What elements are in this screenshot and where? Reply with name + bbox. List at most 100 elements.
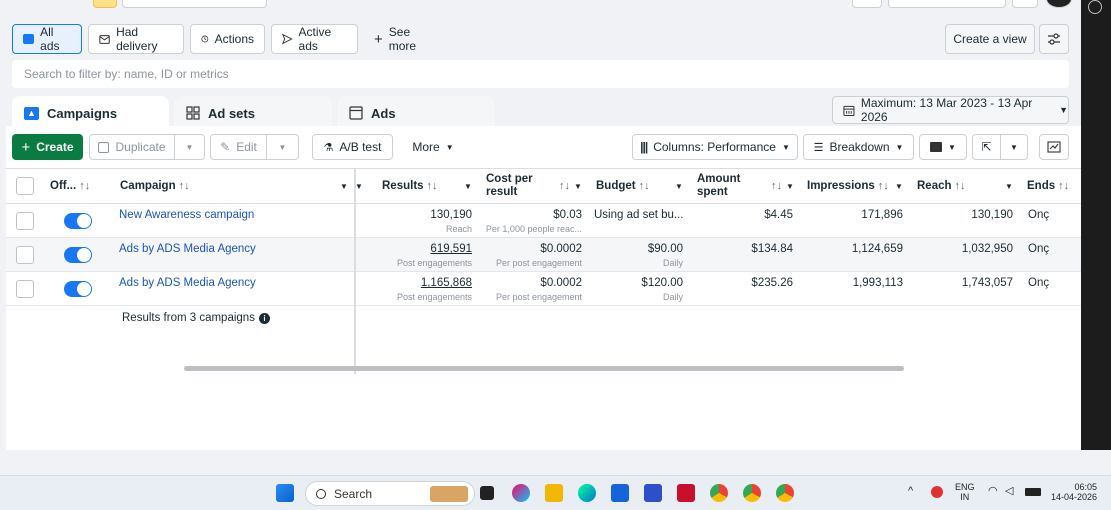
export-button[interactable]: ⇱ [972, 134, 1001, 160]
edit-button[interactable]: ✎ Edit [210, 134, 267, 160]
campaign-toggle[interactable] [64, 247, 92, 263]
see-more-filter[interactable]: + See more [364, 24, 444, 54]
col-results[interactable]: Results ↑↓ [382, 169, 438, 203]
search-icon [316, 488, 326, 499]
speaker-icon[interactable]: ◁ [1005, 486, 1013, 497]
more-button[interactable]: More ▼ [402, 134, 464, 160]
browser-top-bar [0, 0, 1081, 12]
campaign-toggle[interactable] [64, 213, 92, 229]
tab-ad-sets[interactable]: Ad sets [174, 96, 332, 130]
col-campaign[interactable]: Campaign ↑↓ [120, 169, 190, 203]
actions-filter[interactable]: Actions [190, 24, 265, 54]
copy-icon [98, 141, 110, 153]
col-amount-spent[interactable]: Amount spent [697, 169, 740, 203]
top-action-button[interactable] [852, 0, 882, 8]
active-ads-filter[interactable]: Active ads [271, 24, 358, 54]
select-all-checkbox[interactable] [16, 177, 34, 195]
reach-value: 1,743,057 [961, 277, 1013, 289]
store-icon[interactable] [611, 484, 629, 502]
had-delivery-filter[interactable]: Had delivery [88, 24, 184, 54]
results-sub: Post engagements [396, 292, 472, 302]
chrome-profile-icon[interactable] [743, 484, 761, 502]
chevron-down-icon[interactable]: ▼ [675, 169, 683, 203]
tab-ads[interactable]: Ads [337, 96, 495, 130]
dell-icon[interactable] [644, 484, 662, 502]
sort-icon[interactable]: ↑↓ [768, 169, 782, 203]
col-budget[interactable]: Budget ↑↓ [596, 169, 650, 203]
folder-icon[interactable] [93, 0, 117, 8]
top-action-button-2[interactable] [888, 0, 1006, 8]
reports-button[interactable]: ▼ [919, 134, 967, 160]
language-indicator[interactable]: ENG IN [955, 482, 975, 502]
windows-start-icon[interactable] [276, 484, 294, 502]
mcafee-icon[interactable] [677, 484, 695, 502]
column-divider[interactable] [354, 168, 356, 374]
col-cost-per-result[interactable]: Cost per result [486, 169, 533, 203]
reach-value: 130,190 [971, 209, 1013, 221]
table-row[interactable]: Ads by ADS Media Agency 619,591 Post eng… [6, 238, 1081, 272]
chevron-down-icon[interactable]: ▼ [574, 169, 582, 203]
clock-icon[interactable] [1088, 0, 1102, 14]
clock[interactable]: 06:05 14-04-2026 [1051, 482, 1097, 502]
chevron-down-icon[interactable]: ▼ [340, 169, 348, 203]
results-value[interactable]: 619,591 [430, 243, 472, 255]
row-checkbox[interactable] [16, 212, 34, 230]
edge-icon[interactable] [578, 484, 596, 502]
breakdown-icon: ☰ [813, 141, 824, 154]
col-impressions[interactable]: Impressions ↑↓ [807, 169, 889, 203]
chevron-up-icon[interactable]: ^ [908, 486, 913, 497]
col-reach[interactable]: Reach ↑↓ [917, 169, 966, 203]
chevron-down-icon[interactable]: ▼ [1005, 169, 1013, 203]
info-icon[interactable]: i [258, 312, 270, 324]
results-value[interactable]: 1,165,868 [421, 277, 472, 289]
budget-sub: Daily [662, 292, 683, 302]
account-selector[interactable] [122, 0, 267, 8]
campaign-name-link[interactable]: Ads by ADS Media Agency [119, 243, 256, 255]
campaign-name-link[interactable]: New Awareness campaign [119, 209, 254, 221]
table-row[interactable]: New Awareness campaign 130,190 Reach $0.… [6, 204, 1081, 238]
all-ads-filter[interactable]: All ads [12, 24, 82, 54]
taskbar-search[interactable]: Search [305, 481, 475, 506]
ab-test-button[interactable]: ⚗ A/B test [312, 134, 393, 160]
cost-value: $0.03 [553, 209, 582, 221]
col-off[interactable]: Off... ↑↓ [50, 169, 90, 203]
avatar[interactable] [1046, 0, 1072, 8]
chevron-down-icon[interactable]: ▼ [895, 169, 903, 203]
search-input[interactable]: Search to filter by: name, ID or metrics [12, 60, 1069, 88]
copilot-icon[interactable] [512, 484, 530, 502]
campaign-name-link[interactable]: Ads by ADS Media Agency [119, 277, 256, 289]
chevron-down-icon[interactable]: ▼ [786, 169, 794, 203]
edit-dropdown[interactable]: ▼ [266, 134, 299, 160]
row-checkbox[interactable] [16, 246, 34, 264]
ends-value: Onç [1028, 243, 1050, 255]
chevron-down-icon[interactable]: ▼ [464, 169, 472, 203]
chart-button[interactable] [1039, 134, 1069, 160]
filter-settings-button[interactable] [1039, 24, 1069, 54]
tab-campaigns[interactable]: ▲ Campaigns [12, 96, 169, 130]
task-view-icon[interactable] [480, 486, 494, 500]
row-checkbox[interactable] [16, 280, 34, 298]
date-range-picker[interactable]: Maximum: 13 Mar 2023 - 13 Apr 2026 ▼ [832, 96, 1069, 124]
col-ends[interactable]: Ends ↑↓ [1027, 169, 1069, 203]
columns-button[interactable]: ||| Columns: Performance ▼ [632, 134, 798, 160]
chrome-icon[interactable] [710, 484, 728, 502]
campaign-toggle[interactable] [64, 281, 92, 297]
export-dropdown[interactable]: ▼ [1000, 134, 1028, 160]
file-explorer-icon[interactable] [545, 484, 563, 502]
plus-icon: + [21, 138, 31, 156]
chevron-down-icon: ▼ [445, 142, 454, 152]
create-view-button[interactable]: Create a view [945, 24, 1035, 54]
create-button[interactable]: + Create [12, 134, 83, 160]
chrome-profile-icon[interactable] [776, 484, 794, 502]
duplicate-button[interactable]: Duplicate [89, 134, 175, 160]
sort-icon[interactable]: ↑↓ [556, 169, 570, 203]
horizontal-scrollbar[interactable] [184, 366, 904, 371]
wifi-icon[interactable]: ◠ [988, 486, 998, 497]
battery-icon[interactable] [1025, 488, 1041, 496]
top-action-button-3[interactable] [1012, 0, 1038, 8]
notification-icon[interactable] [931, 486, 943, 498]
duplicate-dropdown[interactable]: ▼ [174, 134, 205, 160]
breakdown-button[interactable]: ☰ Breakdown ▼ [803, 134, 914, 160]
table-row[interactable]: Ads by ADS Media Agency 1,165,868 Post e… [6, 272, 1081, 306]
chevron-down-icon[interactable]: ▼ [355, 169, 363, 203]
